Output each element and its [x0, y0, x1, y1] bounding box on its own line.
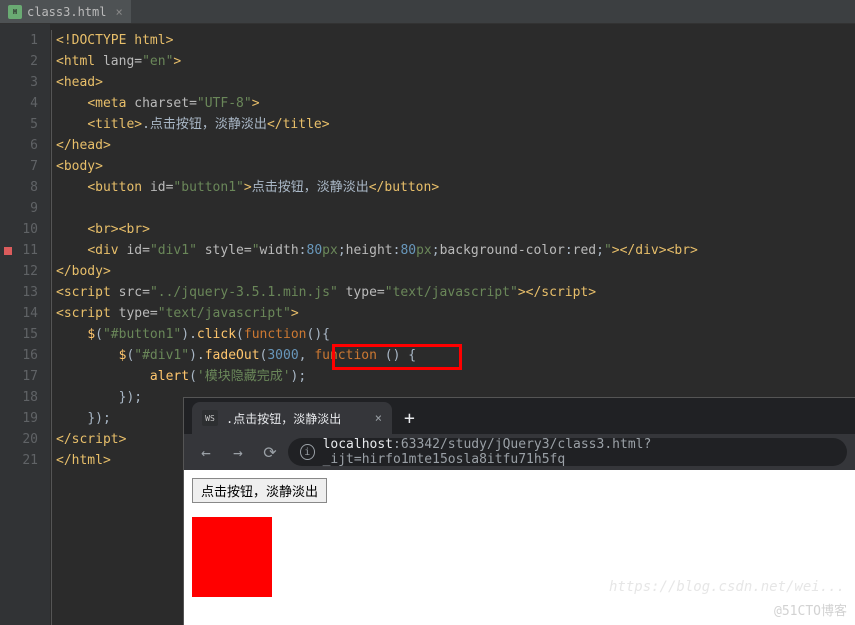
page-button1[interactable]: 点击按钮，淡静淡出 — [192, 478, 327, 503]
code-line[interactable]: </head> — [50, 135, 855, 156]
page-div1 — [192, 517, 272, 597]
site-info-icon[interactable]: i — [300, 444, 315, 460]
code-line[interactable]: <html lang="en"> — [50, 51, 855, 72]
close-icon[interactable]: × — [115, 5, 122, 19]
html-file-icon: H — [8, 5, 22, 19]
back-button[interactable]: ← — [192, 443, 220, 462]
code-line[interactable]: $("#button1").click(function(){ — [50, 324, 855, 345]
new-tab-button[interactable]: + — [392, 402, 427, 434]
code-line[interactable]: <head> — [50, 72, 855, 93]
watermark-text-2: @51CTO博客 — [774, 600, 847, 619]
close-icon[interactable]: × — [375, 411, 382, 425]
code-line[interactable]: <meta charset="UTF-8"> — [50, 93, 855, 114]
url-text: localhost:63342/study/jQuery3/class3.htm… — [323, 437, 835, 467]
code-line[interactable]: </body> — [50, 261, 855, 282]
watermark-text: https://blog.csdn.net/wei... — [609, 579, 845, 595]
ide-tab-filename: class3.html — [27, 5, 106, 19]
code-line[interactable]: <div id="div1" style="width:80px;height:… — [50, 240, 855, 261]
code-line[interactable]: <button id="button1">点击按钮，淡静淡出</button> — [50, 177, 855, 198]
browser-tab-title: .点击按钮，淡静淡出 — [226, 410, 341, 427]
forward-button[interactable]: → — [224, 443, 252, 462]
favicon-icon: WS — [202, 410, 218, 426]
code-line[interactable]: $("#div1").fadeOut(3000, function () { — [50, 345, 855, 366]
code-line[interactable] — [50, 198, 855, 219]
browser-tab[interactable]: WS .点击按钮，淡静淡出 × — [192, 402, 392, 434]
browser-toolbar: ← → ⟳ i localhost:63342/study/jQuery3/cl… — [184, 434, 855, 470]
code-line[interactable]: <br><br> — [50, 219, 855, 240]
code-line[interactable]: alert('模块隐藏完成'); — [50, 366, 855, 387]
ide-file-tab[interactable]: H class3.html × — [0, 0, 131, 23]
code-line[interactable]: <body> — [50, 156, 855, 177]
address-bar[interactable]: i localhost:63342/study/jQuery3/class3.h… — [288, 438, 847, 466]
reload-button[interactable]: ⟳ — [256, 443, 284, 462]
ide-tab-bar: H class3.html × — [0, 0, 855, 24]
code-line[interactable]: <title>.点击按钮，淡静淡出</title> — [50, 114, 855, 135]
code-line[interactable]: <script src="../jquery-3.5.1.min.js" typ… — [50, 282, 855, 303]
breakpoint-icon[interactable] — [4, 247, 12, 255]
line-number-gutter: 123456789101112131415161718192021 — [0, 24, 50, 625]
code-line[interactable]: <script type="text/javascript"> — [50, 303, 855, 324]
browser-viewport: 点击按钮，淡静淡出 — [184, 470, 855, 625]
browser-tab-bar: WS .点击按钮，淡静淡出 × + — [184, 398, 855, 434]
code-line[interactable]: <!DOCTYPE html> — [50, 30, 855, 51]
